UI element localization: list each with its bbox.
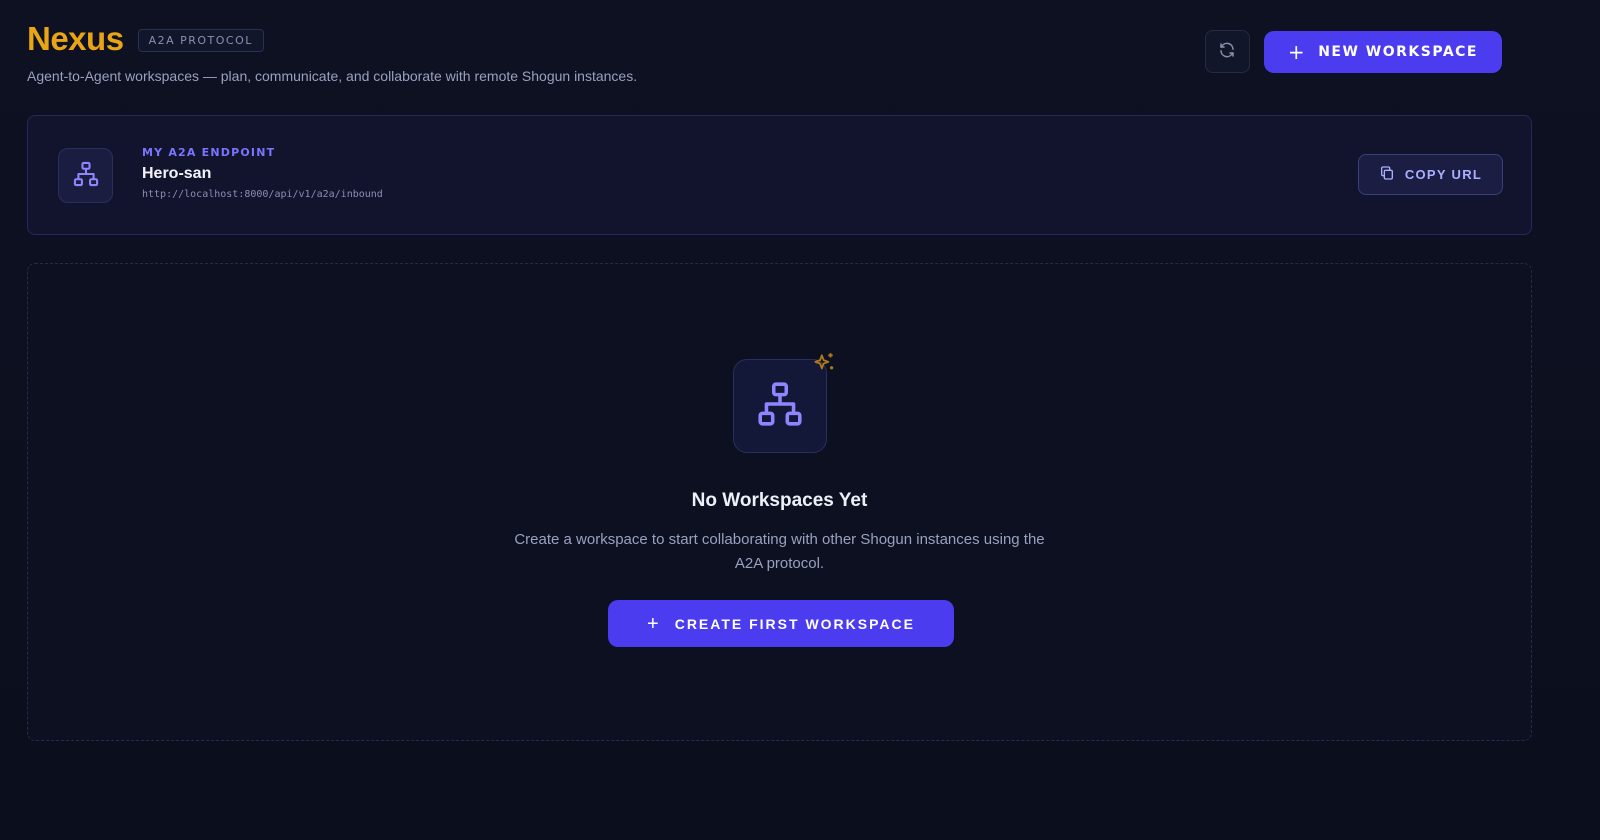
- nexus-page: Nexus A2A PROTOCOL Agent-to-Agent worksp…: [0, 0, 1600, 840]
- sparkles-icon: [811, 351, 837, 381]
- endpoint-card: MY A2A ENDPOINT Hero-san http://localhos…: [27, 115, 1532, 235]
- page-title: Nexus: [27, 20, 124, 57]
- plus-icon: +: [647, 612, 661, 635]
- copy-url-button[interactable]: COPY URL: [1358, 154, 1503, 195]
- create-first-workspace-button[interactable]: + CREATE FIRST WORKSPACE: [608, 600, 954, 647]
- endpoint-name: Hero-san: [142, 165, 212, 182]
- network-icon: [72, 160, 100, 192]
- new-workspace-button[interactable]: + NEW WORKSPACE: [1263, 30, 1502, 73]
- protocol-badge: A2A PROTOCOL: [137, 28, 264, 52]
- network-icon: [755, 379, 805, 433]
- empty-state-description: Create a workspace to start collaboratin…: [514, 531, 1045, 572]
- new-workspace-label: NEW WORKSPACE: [1318, 43, 1478, 60]
- plus-icon: +: [1287, 39, 1307, 64]
- page-header: Nexus A2A PROTOCOL Agent-to-Agent worksp…: [27, 20, 1502, 90]
- endpoint-icon-box: [58, 148, 113, 203]
- header-actions: + NEW WORKSPACE: [1204, 30, 1502, 73]
- endpoint-text: MY A2A ENDPOINT Hero-san http://localhos…: [142, 146, 383, 200]
- create-first-workspace-label: CREATE FIRST WORKSPACE: [674, 615, 915, 632]
- endpoint-label: MY A2A ENDPOINT: [142, 146, 276, 159]
- refresh-icon: [1218, 41, 1236, 62]
- copy-icon: [1379, 165, 1395, 184]
- empty-state-title: No Workspaces Yet: [691, 490, 868, 511]
- empty-state: No Workspaces Yet Create a workspace to …: [27, 263, 1532, 741]
- endpoint-url: http://localhost:8000/api/v1/a2a/inbound: [142, 189, 383, 200]
- empty-icon-wrap: [733, 353, 834, 453]
- refresh-button[interactable]: [1204, 30, 1250, 73]
- copy-url-label: COPY URL: [1404, 167, 1483, 182]
